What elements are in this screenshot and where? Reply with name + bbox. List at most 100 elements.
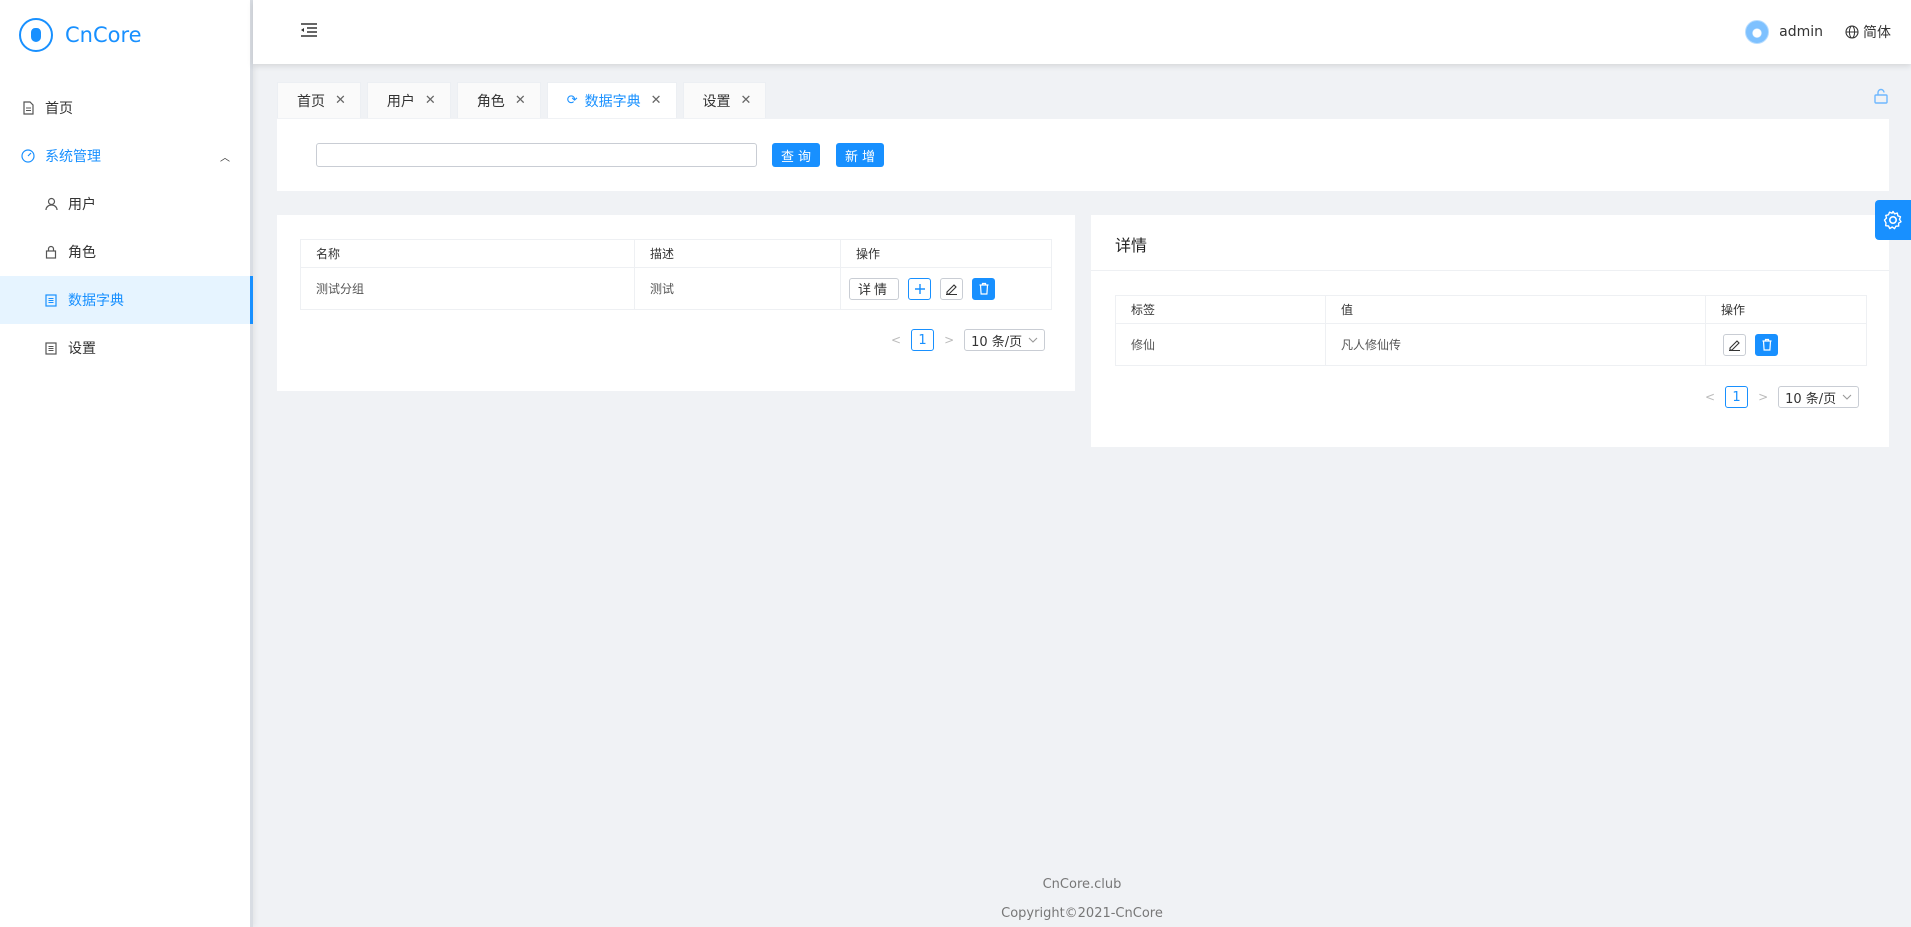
app-name: CnCore bbox=[65, 23, 142, 47]
cell-value: 凡人修仙传 bbox=[1326, 324, 1706, 365]
footer-copyright: Copyright©2021-CnCore bbox=[1001, 906, 1163, 921]
avatar bbox=[1745, 20, 1770, 44]
page-tabs: 首页 ✕ 用户 ✕ 角色 ✕ ⟳ 数据字典 ✕ 设置 ✕ bbox=[277, 82, 767, 118]
menu-fold-icon[interactable] bbox=[299, 20, 319, 40]
tab-label: 角色 bbox=[476, 93, 505, 110]
query-button[interactable]: 查询 bbox=[772, 143, 820, 167]
username: admin bbox=[1779, 24, 1823, 40]
tab-label: 数据字典 bbox=[584, 93, 641, 110]
tab-label: 首页 bbox=[297, 93, 325, 110]
sidebar-item-dictionary[interactable]: 数据字典 bbox=[0, 276, 253, 324]
detail-table: 标签 值 操作 修仙 凡人修仙传 bbox=[1115, 295, 1867, 366]
close-icon[interactable]: ✕ bbox=[335, 93, 346, 108]
column-header: 操作 bbox=[1721, 303, 1746, 317]
table-header: 名称 描述 操作 bbox=[301, 240, 1051, 268]
sidebar-item-settings[interactable]: 设置 bbox=[0, 324, 250, 372]
search-panel: 查询 新增 bbox=[277, 119, 1889, 191]
top-header: admin 简体 bbox=[253, 0, 1911, 64]
close-icon[interactable]: ✕ bbox=[651, 93, 662, 108]
chevron-down-icon bbox=[1028, 337, 1038, 343]
cell-name: 测试分组 bbox=[301, 268, 635, 309]
tab-roles[interactable]: 角色 ✕ bbox=[456, 82, 541, 118]
cell-label: 修仙 bbox=[1116, 324, 1326, 365]
column-header: 操作 bbox=[856, 247, 881, 261]
column-header: 名称 bbox=[301, 240, 635, 267]
page-size-select[interactable]: 10 条/页 bbox=[1778, 386, 1860, 408]
sidebar-item-system[interactable]: 系统管理 ︿ bbox=[0, 132, 250, 180]
detail-title: 详情 bbox=[1115, 236, 1148, 255]
column-header: 描述 bbox=[635, 240, 841, 267]
prev-page-icon[interactable]: < bbox=[1705, 390, 1715, 404]
logo[interactable]: CnCore bbox=[0, 0, 250, 70]
close-icon[interactable]: ✕ bbox=[741, 93, 752, 108]
language-label: 简体 bbox=[1863, 25, 1891, 41]
tab-users[interactable]: 用户 ✕ bbox=[366, 82, 451, 118]
page-size-label: 10 条/页 bbox=[971, 334, 1023, 350]
cell-actions: 详情 bbox=[841, 268, 1051, 309]
dictionary-card: 名称 描述 操作 测试分组 测试 详情 < 1 > 10 条/页 bbox=[277, 215, 1075, 391]
settings-drawer-button[interactable] bbox=[1875, 200, 1911, 240]
gear-icon bbox=[1883, 210, 1902, 230]
sidebar-item-label: 设置 bbox=[68, 341, 96, 357]
close-icon[interactable]: ✕ bbox=[425, 93, 436, 108]
table-row: 测试分组 测试 详情 bbox=[301, 268, 1051, 309]
sidebar-item-users[interactable]: 用户 bbox=[0, 180, 250, 228]
dashboard-icon bbox=[21, 149, 35, 163]
search-input[interactable] bbox=[316, 143, 757, 167]
footer-site: CnCore.club bbox=[1042, 877, 1122, 892]
detail-button[interactable]: 详情 bbox=[849, 277, 900, 300]
table-row: 修仙 凡人修仙传 bbox=[1116, 324, 1866, 365]
user-menu[interactable]: admin bbox=[1745, 20, 1823, 44]
header-actions: admin 简体 bbox=[1745, 0, 1891, 64]
detail-card: 详情 标签 值 操作 修仙 凡人修仙传 < 1 > 10 条/页 bbox=[1091, 215, 1889, 447]
pagination: < 1 > 10 条/页 bbox=[1705, 386, 1860, 408]
page-size-label: 10 条/页 bbox=[1785, 391, 1837, 407]
column-header: 标签 bbox=[1116, 296, 1326, 323]
plus-icon bbox=[914, 283, 925, 294]
sidebar-item-home[interactable]: 首页 bbox=[0, 84, 250, 132]
page-number[interactable]: 1 bbox=[1725, 386, 1749, 408]
sidebar-menu: 首页 系统管理 ︿ 用户 角色 数据字典 设置 bbox=[0, 84, 253, 372]
sidebar-item-label: 系统管理 bbox=[45, 149, 101, 165]
sidebar-item-label: 用户 bbox=[68, 197, 96, 213]
sidebar-item-roles[interactable]: 角色 bbox=[0, 228, 250, 276]
page-number[interactable]: 1 bbox=[911, 329, 935, 351]
file-icon bbox=[21, 101, 35, 115]
delete-button[interactable] bbox=[1755, 333, 1778, 356]
sidebar-item-label: 首页 bbox=[45, 101, 73, 117]
page-size-select[interactable]: 10 条/页 bbox=[964, 329, 1046, 351]
trash-icon bbox=[979, 282, 989, 295]
add-button[interactable]: 新增 bbox=[836, 143, 884, 167]
unlock-icon[interactable] bbox=[1873, 88, 1889, 104]
lock-icon bbox=[44, 245, 58, 259]
user-icon bbox=[44, 197, 58, 211]
cell-actions bbox=[1706, 324, 1866, 365]
dictionary-table: 名称 描述 操作 测试分组 测试 详情 bbox=[300, 239, 1052, 310]
language-switch[interactable]: 简体 bbox=[1845, 22, 1891, 42]
chevron-down-icon bbox=[1842, 394, 1852, 400]
chevron-up-icon: ︿ bbox=[220, 152, 230, 164]
edit-icon bbox=[946, 284, 958, 295]
add-child-button[interactable] bbox=[908, 277, 932, 300]
edit-icon bbox=[1729, 340, 1740, 351]
list-icon bbox=[44, 293, 58, 307]
pagination: < 1 > 10 条/页 bbox=[891, 329, 1046, 351]
next-page-icon[interactable]: > bbox=[944, 333, 954, 347]
reload-icon[interactable]: ⟳ bbox=[567, 93, 578, 108]
tab-label: 用户 bbox=[386, 93, 415, 110]
sidebar-item-label: 角色 bbox=[68, 245, 96, 261]
next-page-icon[interactable]: > bbox=[1758, 390, 1768, 404]
tab-settings[interactable]: 设置 ✕ bbox=[682, 82, 767, 118]
tab-home[interactable]: 首页 ✕ bbox=[277, 82, 361, 118]
logo-icon bbox=[19, 18, 53, 52]
tab-dictionary[interactable]: ⟳ 数据字典 ✕ bbox=[546, 82, 677, 118]
delete-button[interactable] bbox=[972, 277, 996, 300]
divider bbox=[1091, 270, 1889, 271]
edit-button[interactable] bbox=[940, 277, 964, 300]
close-icon[interactable]: ✕ bbox=[515, 93, 526, 108]
prev-page-icon[interactable]: < bbox=[891, 333, 901, 347]
trash-icon bbox=[1762, 338, 1771, 351]
sidebar-item-label: 数据字典 bbox=[68, 293, 124, 309]
tab-label: 设置 bbox=[702, 93, 731, 110]
edit-button[interactable] bbox=[1723, 333, 1746, 356]
